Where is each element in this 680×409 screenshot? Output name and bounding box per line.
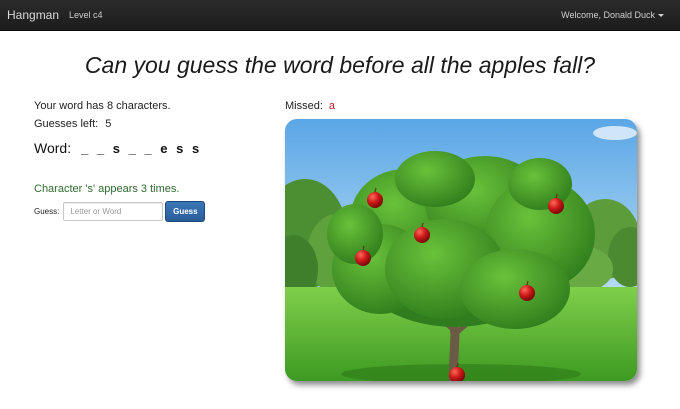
guess-button[interactable]: Guess xyxy=(165,201,206,222)
navbar: Hangman Level c4 Welcome, Donald Duck xyxy=(0,0,680,31)
chevron-down-icon xyxy=(658,14,664,17)
word-length-text: Your word has 8 characters. xyxy=(34,100,171,112)
missed-row: Missed: a xyxy=(285,100,335,112)
guess-label: Guess: xyxy=(34,207,60,216)
page-title: Can you guess the word before all the ap… xyxy=(84,52,596,78)
user-menu-dropdown[interactable]: Welcome, Donald Duck xyxy=(561,10,664,20)
guess-form: Guess: Guess xyxy=(34,201,206,222)
word-row: Word: _ _ s _ _ e s s xyxy=(34,140,202,156)
guess-input[interactable] xyxy=(63,202,164,221)
guesses-left-row: Guesses left: 5 xyxy=(34,118,111,130)
level-link[interactable]: Level c4 xyxy=(69,10,103,20)
brand-link[interactable]: Hangman xyxy=(7,8,59,22)
apple-tree-image xyxy=(285,119,637,381)
guesses-left-label: Guesses left: xyxy=(34,118,99,130)
missed-label: Missed: xyxy=(285,100,323,112)
user-menu-label: Welcome, Donald Duck xyxy=(561,10,655,20)
word-label: Word: xyxy=(34,140,72,156)
missed-letters: a xyxy=(328,100,336,112)
feedback-message: Character 's' appears 3 times. xyxy=(34,183,180,195)
guesses-left-count: 5 xyxy=(105,118,112,130)
word-display: _ _ s _ _ e s s xyxy=(81,141,202,156)
